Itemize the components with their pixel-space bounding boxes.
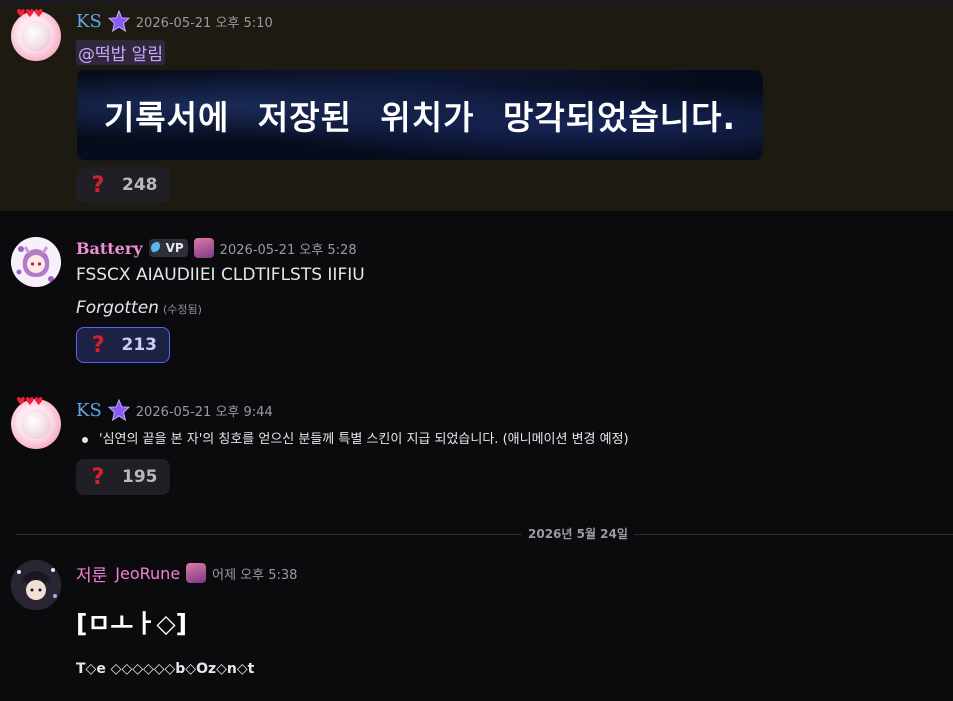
banner-text: 기록서에 저장된 위치가 망각되었습니다. xyxy=(103,98,737,137)
hearts-icon: ♥♥♥ xyxy=(16,7,44,20)
anime-avatar-icon xyxy=(11,237,61,287)
timestamp[interactable]: 2026-05-21 오후 5:28 xyxy=(220,239,357,258)
message-text-italic: Forgotten (수정됨) xyxy=(76,298,202,318)
purple-star-icon xyxy=(107,399,130,421)
timestamp[interactable]: 2026-05-21 오후 5:10 xyxy=(136,12,273,31)
bold-message-text: T◇e ◇◇◇◇◇◇b◇Oz◇n◇t xyxy=(76,661,255,677)
edited-label[interactable]: (수정됨) xyxy=(163,303,202,316)
bullet-text: '심연의 끝을 본 자'의 칭호를 얻으신 분들께 특별 스킨이 지급 되었습니… xyxy=(99,432,629,447)
date-divider-label: 2026년 5월 24일 xyxy=(522,525,634,542)
username[interactable]: JeoRune xyxy=(115,564,180,583)
message-2: Battery VP 2026-05-21 오후 5:28 FSSCX AIAU… xyxy=(0,211,953,381)
date-divider xyxy=(16,534,953,535)
role-mention[interactable]: @떡밥 알림 xyxy=(76,40,165,65)
username[interactable]: Battery xyxy=(76,239,143,258)
italic-text: Forgotten xyxy=(76,298,159,318)
reaction-count: 195 xyxy=(122,467,158,487)
scroll-icon xyxy=(193,238,214,258)
timestamp[interactable]: 2026-05-21 오후 9:44 xyxy=(136,401,273,420)
reaction-count: 213 xyxy=(121,335,158,355)
moon-icon xyxy=(150,242,163,254)
reaction-question[interactable]: ? 195 xyxy=(76,459,170,495)
badge-label: VP xyxy=(165,241,184,255)
list-bullet xyxy=(82,437,88,443)
username[interactable]: KS xyxy=(76,400,102,421)
message-1: ♥♥♥ KS 2026-05-21 오후 5:10 @떡밥 알림 기록서에 저장… xyxy=(0,4,953,211)
reaction-count: 248 xyxy=(122,175,158,195)
user-nickname[interactable]: 저룬 xyxy=(76,561,107,586)
question-mark-icon: ? xyxy=(91,464,105,490)
username[interactable]: KS xyxy=(76,11,102,32)
question-mark-icon: ? xyxy=(91,172,105,198)
character-avatar-icon xyxy=(11,560,61,610)
question-mark-icon: ? xyxy=(91,332,105,358)
avatar[interactable] xyxy=(11,237,61,287)
reaction-question-active[interactable]: ? 213 xyxy=(76,327,170,363)
reaction-question[interactable]: ? 248 xyxy=(76,167,170,203)
vp-badge[interactable]: VP xyxy=(148,239,188,257)
large-message-text: [ㅁㅗㅏ◇] xyxy=(76,609,188,638)
purple-star-icon xyxy=(107,10,130,32)
hearts-icon: ♥♥♥ xyxy=(16,395,44,408)
scroll-icon xyxy=(186,563,207,583)
avatar[interactable] xyxy=(11,560,61,610)
banner-image[interactable]: 기록서에 저장된 위치가 망각되었습니다. xyxy=(77,70,763,160)
timestamp[interactable]: 어제 오후 5:38 xyxy=(212,564,297,583)
message-text: FSSCX AIAUDIIEI CLDTIFLSTS IIFIU xyxy=(76,265,365,285)
